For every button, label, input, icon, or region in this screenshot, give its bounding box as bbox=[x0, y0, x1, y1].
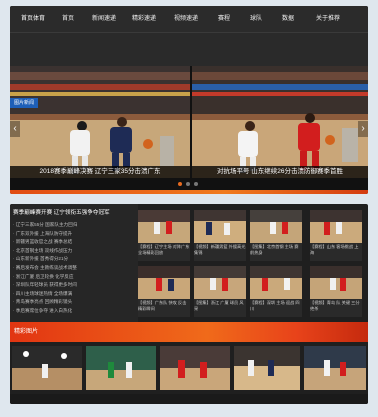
news-panel: 赛季巅峰赛开赛 辽宁领衔五强争夺冠军 · 辽宁三家55分 国家队主力回归 · 广… bbox=[10, 204, 138, 322]
thumb-photo bbox=[138, 266, 190, 299]
gallery-image bbox=[12, 346, 82, 390]
list-item[interactable]: · 青岛赛季亮点 回顾精彩镜头 bbox=[13, 298, 137, 307]
thumb-photo bbox=[250, 266, 302, 299]
slide-photo bbox=[10, 66, 190, 178]
chevron-right-icon[interactable]: › bbox=[358, 121, 368, 137]
thumb-title: 【赛程】辽宁主场 对阵广东 全场精彩回放 bbox=[138, 244, 190, 255]
list-item[interactable]: · 新疆男篮收官之战 赛季总结 bbox=[13, 238, 137, 247]
banner-slider: 2018赛季巅峰决赛 辽宁三家35分击溃广东 对抗场平号 山东继续26分击溃防御… bbox=[10, 66, 368, 190]
banner-slide[interactable]: 2018赛季巅峰决赛 辽宁三家35分击溃广东 bbox=[10, 66, 190, 178]
slide-caption: 2018赛季巅峰决赛 辽宁三家35分击溃广东 bbox=[10, 166, 190, 178]
list-item[interactable]: · 北京首钢主场 双线作战压力 bbox=[13, 247, 137, 256]
nav-item-home-sports[interactable]: 首页体育 bbox=[16, 6, 50, 32]
main-nav: 首页体育 首页 新闻速递 精彩速递 视频速递 赛程 球队 数据 关于推荐 bbox=[10, 6, 368, 33]
list-item[interactable]: · 季后赛席位争夺 进入白热化 bbox=[13, 307, 137, 316]
nav-item-schedule[interactable]: 赛程 bbox=[214, 6, 234, 32]
thumb-title: 【赛程】山东 客场挑战 上海 bbox=[310, 244, 359, 255]
list-item[interactable]: · 山东新外援 首秀得分21分 bbox=[13, 255, 137, 264]
video-thumb[interactable]: 【图集】北京首钢 主场 赛前热身 bbox=[250, 210, 302, 261]
list-item[interactable]: · 辽宁三家55分 国家队主力回归 bbox=[13, 221, 137, 230]
thumb-photo bbox=[194, 210, 246, 243]
chevron-left-icon[interactable]: ‹ bbox=[10, 121, 20, 137]
slider-dot[interactable] bbox=[194, 182, 198, 186]
slide-photo bbox=[192, 66, 368, 178]
banner-slide[interactable]: 对抗场平号 山东继续26分击溃防御赛季首胜 bbox=[192, 66, 368, 178]
banner-badge: 图片新闻 bbox=[10, 98, 38, 108]
gallery-photo[interactable] bbox=[12, 346, 82, 390]
nav-item-teams[interactable]: 球队 bbox=[246, 6, 266, 32]
slide-caption: 对抗场平号 山东继续26分击溃防御赛季首胜 bbox=[192, 166, 368, 178]
thumb-photo bbox=[138, 210, 190, 243]
video-thumb[interactable]: 【赛程】山东 客场挑战 上海 bbox=[310, 210, 362, 261]
thumb-title: 【图集】北京首钢 主场 赛前热身 bbox=[250, 244, 299, 255]
thumb-photo bbox=[194, 266, 246, 299]
gallery-image bbox=[160, 346, 230, 390]
video-thumb[interactable]: 【视频】广东队 快攻 反击 精彩瞬间 bbox=[138, 266, 190, 317]
slider-dot[interactable] bbox=[178, 182, 182, 186]
thumb-title: 【视频】新疆男篮 外援高光 集锦 bbox=[194, 244, 246, 255]
nav-item-news[interactable]: 新闻速递 bbox=[88, 6, 120, 32]
video-thumb[interactable]: 【视频】青岛 队 关键 三分 绝杀 bbox=[310, 266, 362, 317]
slider-dots bbox=[10, 180, 368, 188]
thumb-photo bbox=[310, 210, 362, 243]
video-thumb[interactable]: 【赛程】深圳 主场 迎战 四川 bbox=[250, 266, 302, 317]
gallery-image bbox=[86, 346, 156, 390]
top-screenshot: 首页体育 首页 新闻速递 精彩速递 视频速递 赛程 球队 数据 关于推荐 201… bbox=[10, 6, 368, 194]
nav-item-home[interactable]: 首页 bbox=[56, 6, 80, 32]
list-item[interactable]: · 浙江广厦 后卫轮换 化学反应 bbox=[13, 273, 137, 282]
video-thumb[interactable]: 【赛程】辽宁主场 对阵广东 全场精彩回放 bbox=[138, 210, 190, 261]
accent-bar bbox=[10, 190, 368, 194]
list-item[interactable]: · 赛后发布会 主教练谈战术调整 bbox=[13, 264, 137, 273]
list-item[interactable]: · 深圳队年轻球员 获得更多时间 bbox=[13, 281, 137, 290]
nav-item-videos[interactable]: 视频速递 bbox=[170, 6, 202, 32]
gallery-photo[interactable] bbox=[234, 346, 300, 390]
gallery-header: 精彩图片 bbox=[10, 322, 368, 342]
thumb-photo bbox=[250, 210, 302, 243]
thumb-title: 【赛程】深圳 主场 迎战 四川 bbox=[250, 300, 300, 311]
thumb-title: 【视频】青岛 队 关键 三分 绝杀 bbox=[310, 300, 360, 311]
bottom-screenshot: 赛季巅峰赛开赛 辽宁领衔五强争夺冠军 · 辽宁三家55分 国家队主力回归 · 广… bbox=[10, 204, 368, 404]
nav-item-about[interactable]: 关于推荐 bbox=[310, 6, 346, 32]
video-thumb[interactable]: 【图集】浙江 广厦 球员 风采 bbox=[194, 266, 246, 317]
gallery-photo[interactable] bbox=[160, 346, 230, 390]
gallery-photo[interactable] bbox=[86, 346, 156, 390]
slider-dot[interactable] bbox=[186, 182, 190, 186]
gallery-photo[interactable] bbox=[304, 346, 366, 390]
gallery-title: 精彩图片 bbox=[14, 329, 39, 335]
gallery-image bbox=[304, 346, 366, 390]
thumb-title: 【视频】广东队 快攻 反击 精彩瞬间 bbox=[138, 300, 187, 311]
nav-item-stats[interactable]: 数据 bbox=[278, 6, 298, 32]
thumb-photo bbox=[310, 266, 362, 299]
news-headline[interactable]: 赛季巅峰赛开赛 辽宁领衔五强争夺冠军 bbox=[13, 208, 137, 218]
thumb-title: 【图集】浙江 广厦 球员 风采 bbox=[194, 300, 244, 311]
news-list: · 辽宁三家55分 国家队主力回归 · 广东双外援 上海队防守提升 · 新疆男篮… bbox=[13, 221, 137, 316]
gallery-image bbox=[234, 346, 300, 390]
list-item[interactable]: · 广东双外援 上海队防守提升 bbox=[13, 230, 137, 239]
footer-strip bbox=[10, 394, 368, 404]
list-item[interactable]: · 四川主场球迷热情 全场爆满 bbox=[13, 290, 137, 299]
video-thumb[interactable]: 【视频】新疆男篮 外援高光 集锦 bbox=[194, 210, 246, 261]
nav-item-highlights[interactable]: 精彩速递 bbox=[128, 6, 160, 32]
